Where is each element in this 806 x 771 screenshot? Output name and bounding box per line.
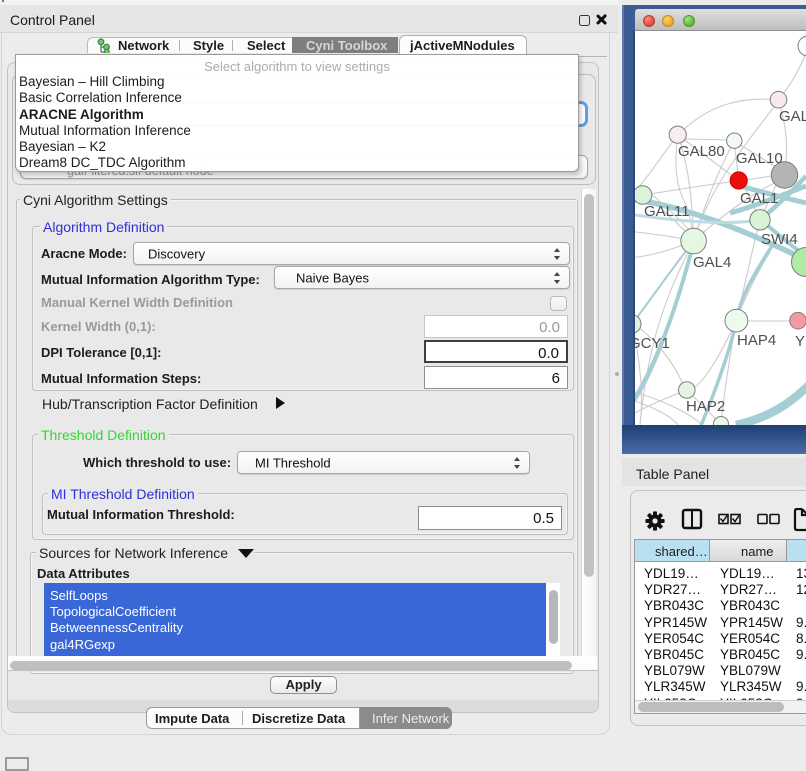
- svg-text:GCY1: GCY1: [635, 335, 670, 352]
- svg-text:GAL4: GAL4: [693, 254, 731, 271]
- svg-text:Y: Y: [795, 333, 805, 350]
- svg-text:GAL11: GAL11: [644, 203, 690, 220]
- svg-text:GAL: GAL: [779, 108, 806, 125]
- svg-text:SWI4: SWI4: [761, 231, 798, 248]
- svg-text:GAL10: GAL10: [736, 150, 783, 167]
- svg-text:GAL80: GAL80: [678, 143, 725, 160]
- svg-text:GAL1: GAL1: [740, 190, 778, 207]
- svg-text:HAP2: HAP2: [686, 398, 725, 415]
- svg-text:HAP4: HAP4: [737, 332, 776, 349]
